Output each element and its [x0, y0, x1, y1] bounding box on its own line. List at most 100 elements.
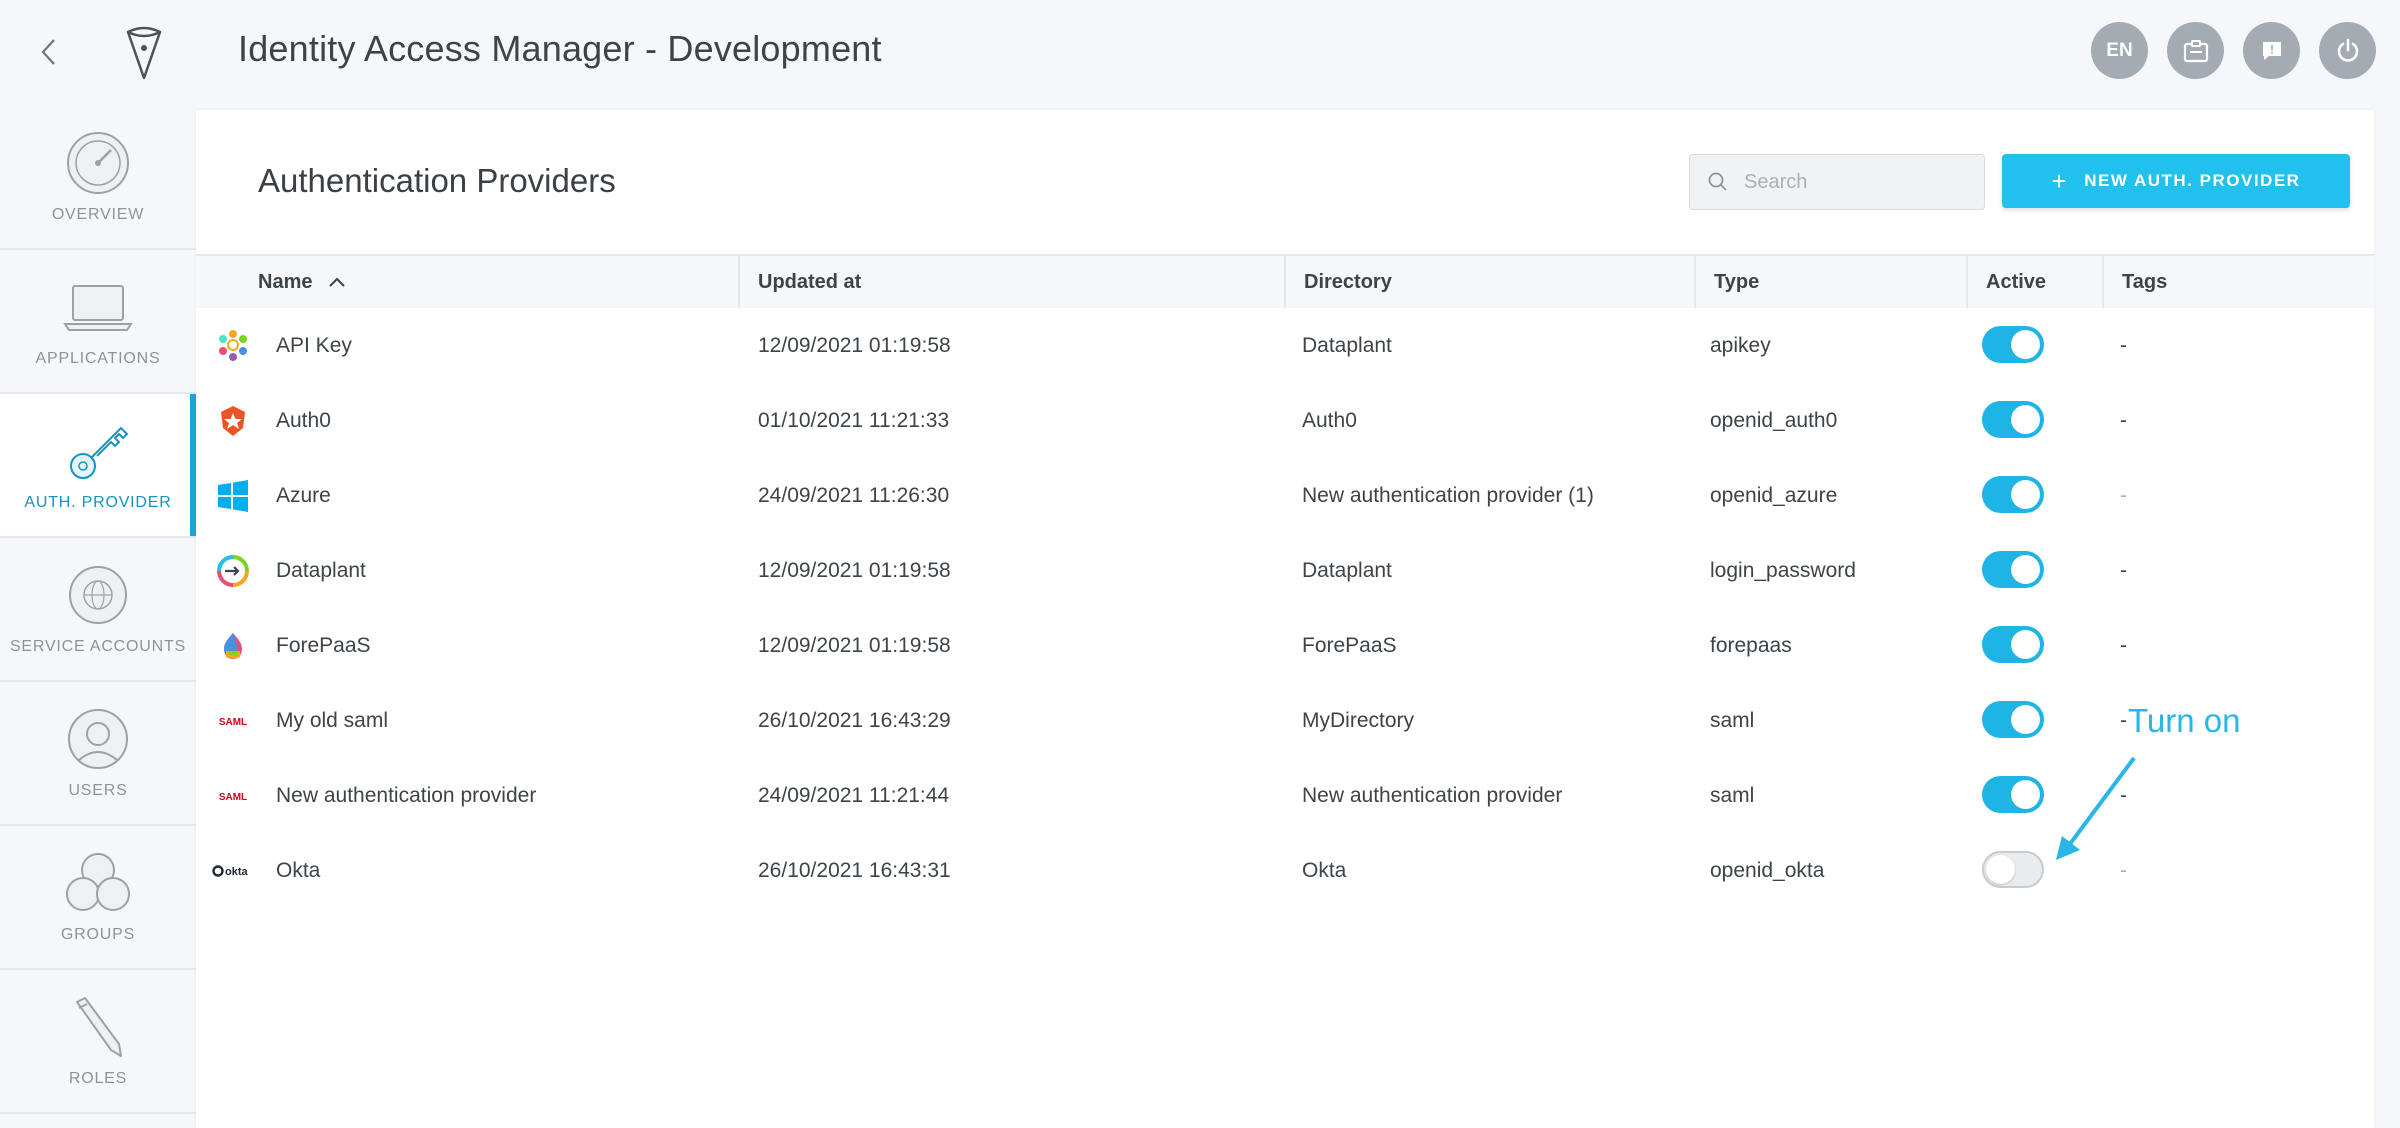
cell-name: ForePaaS: [276, 633, 371, 657]
main-panel: Authentication Providers + NEW AUTH. PRO…: [196, 110, 2374, 1128]
cell-updated-at: 12/09/2021 01:19:58: [758, 558, 951, 582]
header-actions: EN !: [2091, 22, 2376, 79]
plus-icon: +: [2051, 166, 2069, 196]
cell-type: openid_auth0: [1710, 408, 1838, 432]
language-button[interactable]: EN: [2091, 22, 2148, 79]
active-toggle[interactable]: [1982, 476, 2044, 513]
top-bar: Identity Access Manager - Development EN…: [0, 0, 2400, 106]
sidebar-item-auth-provider[interactable]: AUTH. PROVIDER: [0, 394, 196, 538]
active-toggle[interactable]: [1982, 626, 2044, 663]
cell-updated-at: 24/09/2021 11:26:30: [758, 483, 950, 507]
okta-logo-text: okta: [225, 866, 249, 878]
clipboard-button[interactable]: [2167, 22, 2224, 79]
column-header-name[interactable]: Name: [196, 256, 738, 308]
cell-updated-at: 24/09/2021 11:21:44: [758, 783, 950, 807]
table-row[interactable]: API Key 12/09/2021 01:19:58 Dataplant ap…: [196, 308, 2374, 383]
dataplant-icon: [217, 555, 249, 587]
table-row[interactable]: SAML New authentication provider 24/09/2…: [196, 758, 2374, 833]
sidebar-item-label: APPLICATIONS: [35, 350, 161, 367]
cell-directory: Dataplant: [1302, 558, 1392, 582]
column-header-label: Tags: [2122, 270, 2168, 293]
help-button[interactable]: !: [2243, 22, 2300, 79]
column-header-active[interactable]: Active: [1966, 256, 2102, 308]
table-row[interactable]: Dataplant 12/09/2021 01:19:58 Dataplant …: [196, 533, 2374, 608]
column-header-label: Name: [258, 270, 313, 293]
sidebar-item-label: USERS: [68, 782, 128, 799]
cell-type: apikey: [1710, 333, 1771, 357]
group-icon: [66, 853, 130, 911]
active-toggle[interactable]: [1982, 551, 2044, 588]
cell-tags: -: [2120, 708, 2127, 732]
sidebar-item-service-accounts[interactable]: SERVICE ACCOUNTS: [0, 538, 196, 682]
back-button[interactable]: [30, 30, 66, 74]
column-header-label: Active: [1986, 270, 2047, 293]
cell-type: openid_azure: [1710, 483, 1838, 507]
cell-directory: Auth0: [1302, 408, 1357, 432]
cell-directory: MyDirectory: [1302, 708, 1415, 732]
cell-updated-at: 12/09/2021 01:19:58: [758, 633, 951, 657]
table-row[interactable]: okta Okta 26/10/2021 16:43:31 Okta openi…: [196, 833, 2374, 908]
cell-directory: Okta: [1302, 858, 1347, 882]
cell-directory: New authentication provider (1): [1302, 483, 1594, 507]
sidebar-item-label: ROLES: [68, 1070, 128, 1087]
column-header-updated-at[interactable]: Updated at: [738, 256, 1284, 308]
new-auth-provider-label: NEW AUTH. PROVIDER: [2084, 171, 2301, 190]
cell-name: Auth0: [276, 408, 331, 432]
back-chevron-icon: [41, 39, 55, 65]
cell-name: Azure: [276, 483, 331, 507]
active-toggle[interactable]: [1982, 326, 2044, 363]
active-toggle[interactable]: [1982, 851, 2044, 888]
okta-icon: okta: [212, 865, 249, 878]
search-input[interactable]: [1744, 170, 1974, 194]
cell-updated-at: 26/10/2021 16:43:31: [758, 858, 951, 882]
cell-tags: -: [2120, 558, 2127, 582]
active-toggle[interactable]: [1982, 776, 2044, 813]
key-icon: [70, 426, 129, 479]
auth0-icon: [221, 406, 245, 436]
laptop-icon: [63, 285, 133, 331]
search-box[interactable]: [1689, 154, 1985, 210]
sidebar-item-applications[interactable]: APPLICATIONS: [0, 250, 196, 394]
cell-tags: -: [2120, 633, 2127, 657]
column-header-directory[interactable]: Directory: [1284, 256, 1694, 308]
cell-type: openid_okta: [1710, 858, 1825, 882]
sidebar-item-label: SERVICE ACCOUNTS: [9, 638, 187, 655]
sidebar-item-overview[interactable]: OVERVIEW: [0, 106, 196, 250]
clipboard-icon: [2183, 39, 2208, 62]
forepaas-icon: [224, 633, 242, 659]
new-auth-provider-button[interactable]: + NEW AUTH. PROVIDER: [2002, 154, 2350, 208]
column-header-type[interactable]: Type: [1694, 256, 1966, 308]
sidebar-item-label: AUTH. PROVIDER: [24, 494, 172, 511]
sort-ascending-icon: [329, 277, 346, 287]
cell-directory: ForePaaS: [1302, 633, 1397, 657]
pencil-icon: [76, 997, 122, 1057]
table-row[interactable]: ForePaaS 12/09/2021 01:19:58 ForePaaS fo…: [196, 608, 2374, 683]
cell-type: saml: [1710, 783, 1755, 807]
user-icon: [68, 709, 128, 769]
column-header-tags[interactable]: Tags: [2102, 256, 2374, 308]
cell-tags: -: [2120, 408, 2127, 432]
saml-icon: SAML: [219, 792, 247, 803]
power-button[interactable]: [2319, 22, 2376, 79]
sidebar-item-roles[interactable]: ROLES: [0, 970, 196, 1114]
sidebar-item-users[interactable]: USERS: [0, 682, 196, 826]
table-row[interactable]: Auth0 01/10/2021 11:21:33 Auth0 openid_a…: [196, 383, 2374, 458]
app-title: Identity Access Manager - Development: [238, 28, 882, 69]
table-header: Name Updated at Directory Type Active Ta…: [196, 254, 2374, 308]
table-row[interactable]: SAML My old saml 26/10/2021 16:43:29 MyD…: [196, 683, 2374, 758]
sidebar-item-groups[interactable]: GROUPS: [0, 826, 196, 970]
active-toggle[interactable]: [1982, 701, 2044, 738]
windows-icon: [218, 480, 248, 512]
column-header-label: Directory: [1304, 270, 1392, 293]
cell-type: login_password: [1710, 558, 1856, 582]
saml-logo-text: SAML: [219, 792, 247, 803]
cell-name: API Key: [276, 333, 352, 357]
active-toggle[interactable]: [1982, 401, 2044, 438]
column-header-label: Type: [1714, 270, 1760, 293]
table-row[interactable]: Azure 24/09/2021 11:26:30 New authentica…: [196, 458, 2374, 533]
cell-tags: -: [2120, 483, 2127, 507]
cell-directory: New authentication provider: [1302, 783, 1563, 807]
sidebar-item-label: OVERVIEW: [51, 206, 145, 223]
help-icon: !: [2262, 41, 2281, 60]
svg-text:!: !: [2270, 42, 2274, 56]
